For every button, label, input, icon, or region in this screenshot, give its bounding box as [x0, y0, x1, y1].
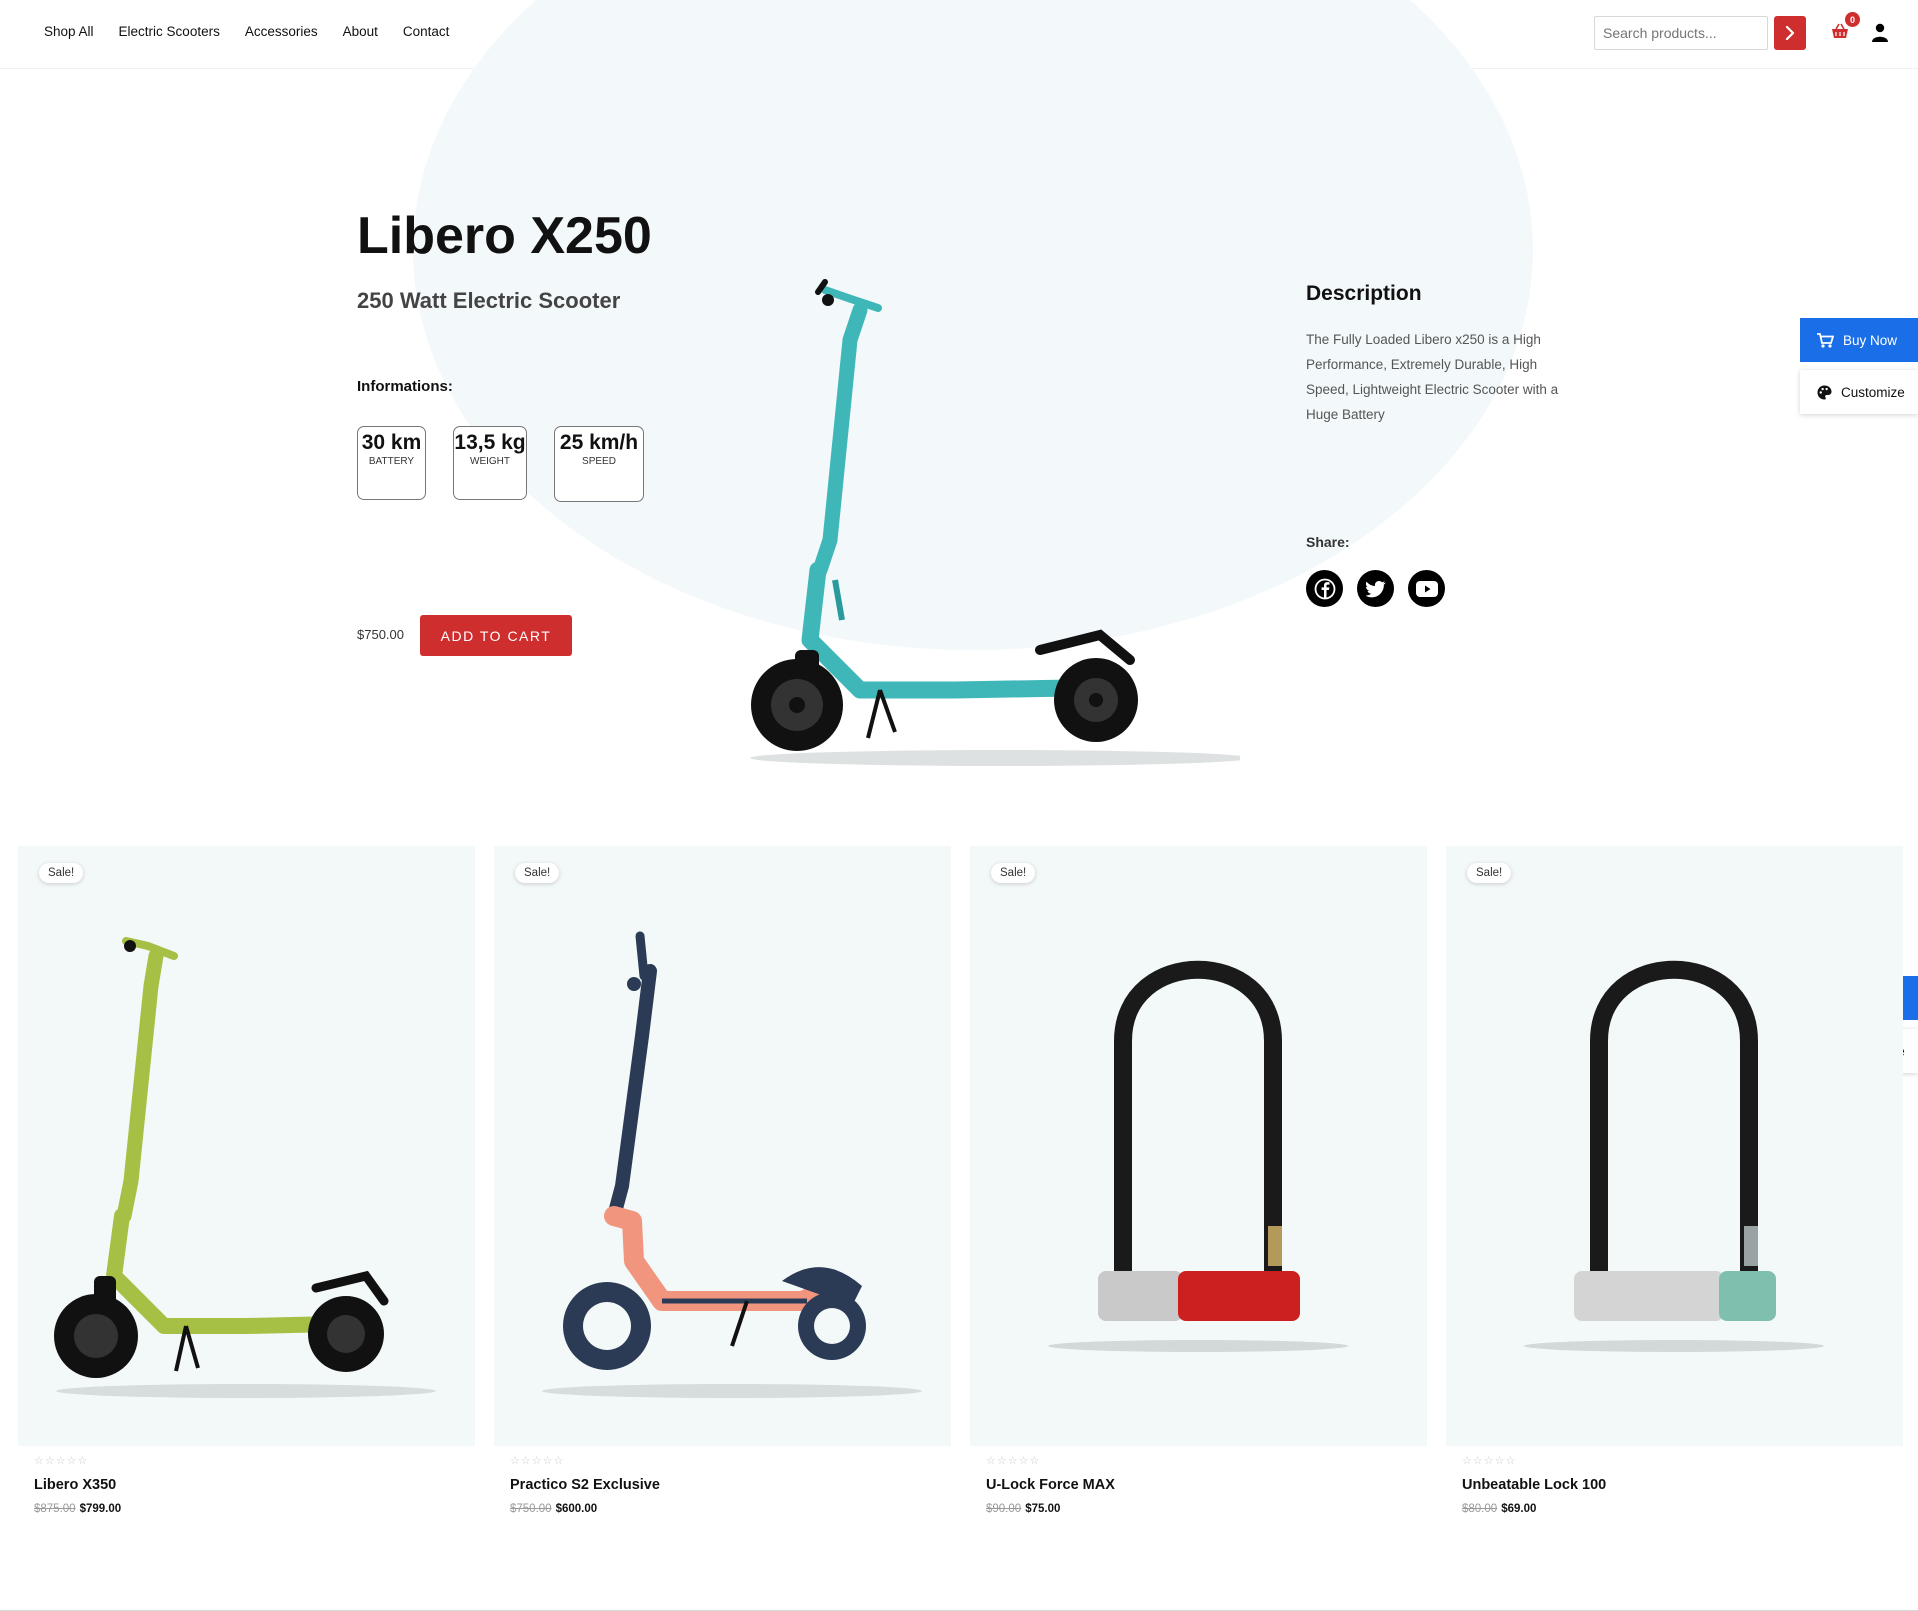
spec-weight-label: WEIGHT [470, 456, 510, 467]
navy-coral-scooter-image [542, 931, 922, 1398]
product-name[interactable]: Libero X350 [34, 1477, 116, 1493]
star-rating: ☆☆☆☆☆ [1462, 1455, 1517, 1467]
product-image-link[interactable]: Sale! [1446, 846, 1903, 1446]
product-card-libero-x350: Sale! ☆☆☆☆☆ Libero X350 $875.00 $799.00 [18, 846, 475, 1515]
spec-weight: 13,5 kg WEIGHT [453, 426, 527, 500]
description-text: The Fully Loaded Libero x250 is a High P… [1306, 332, 1559, 422]
spec-speed-value: 25 km/h [559, 431, 639, 454]
search-input[interactable] [1594, 16, 1768, 50]
description-heading: Description [1306, 282, 1422, 305]
green-scooter-image [54, 937, 436, 1398]
star-rating: ☆☆☆☆☆ [986, 1455, 1041, 1467]
product-image-link[interactable]: Sale! [494, 846, 951, 1446]
product-subtitle: 250 Watt Electric Scooter [357, 288, 621, 313]
sale-price: $799.00 [79, 1503, 122, 1515]
spec-weight-value: 13,5 kg [454, 431, 526, 454]
side-customize-button[interactable]: Customize [1800, 370, 1918, 414]
sale-price: $69.00 [1501, 1503, 1537, 1515]
cart-count-badge: 0 [1845, 12, 1860, 27]
sale-badge: Sale! [39, 863, 84, 883]
product-name[interactable]: U-Lock Force MAX [986, 1477, 1115, 1493]
share-youtube-button[interactable] [1408, 570, 1445, 607]
share-facebook-button[interactable] [1306, 570, 1343, 607]
old-price: $90.00 [986, 1503, 1022, 1515]
spec-speed-label: SPEED [582, 456, 616, 467]
star-rating: ☆☆☆☆☆ [510, 1455, 565, 1467]
teal-u-lock-image [1524, 960, 1824, 1352]
share-heading: Share: [1306, 534, 1350, 550]
product-price: $80.00 $69.00 [1462, 1503, 1536, 1515]
product-image-link[interactable]: Sale! [970, 846, 1427, 1446]
shopping-cart-icon [1817, 332, 1834, 348]
spec-battery: 30 km BATTERY [357, 426, 426, 500]
facebook-icon [1314, 578, 1335, 599]
product-price: $750.00 $600.00 [510, 1503, 597, 1515]
product-price: $750.00 [357, 627, 404, 642]
sale-badge: Sale! [1467, 863, 1512, 883]
old-price: $875.00 [34, 1503, 76, 1515]
spec-speed: 25 km/h SPEED [554, 426, 644, 502]
share-twitter-button[interactable] [1357, 570, 1394, 607]
product-name[interactable]: Unbeatable Lock 100 [1462, 1477, 1606, 1493]
old-price: $750.00 [510, 1503, 552, 1515]
product-card-u-lock-force-max: Sale! ☆☆☆☆☆ U-Lock Force MAX $90.00 $75.0… [970, 846, 1427, 1515]
side-buy-now-label: Buy Now [1843, 332, 1898, 348]
old-price: $80.00 [1462, 1503, 1498, 1515]
twitter-icon [1365, 580, 1386, 597]
product-price: $90.00 $75.00 [986, 1503, 1060, 1515]
sale-badge: Sale! [515, 863, 560, 883]
hero-scooter-image [750, 279, 1240, 766]
product-card-practico-s2: Sale! ☆☆☆☆☆ Practico S2 Exclusive $750.0… [494, 846, 951, 1515]
youtube-icon [1415, 580, 1438, 597]
spec-battery-value: 30 km [361, 431, 422, 454]
informations-heading: Informations: [357, 378, 453, 395]
sale-price: $75.00 [1025, 1503, 1061, 1515]
sale-badge: Sale! [991, 863, 1036, 883]
star-rating: ☆☆☆☆☆ [34, 1455, 89, 1467]
add-to-cart-button[interactable]: ADD TO CART [420, 615, 572, 656]
side-buy-now-button[interactable]: Buy Now [1800, 318, 1918, 362]
product-image-link[interactable]: Sale! [18, 846, 475, 1446]
product-card-unbeatable-lock-100: Sale! ☆☆☆☆☆ Unbeatable Lock 100 $80.00 $6… [1446, 846, 1903, 1515]
chevron-right-icon [1785, 26, 1795, 40]
side-customize-label: Customize [1841, 384, 1905, 400]
palette-icon [1817, 384, 1832, 400]
sale-price: $600.00 [555, 1503, 598, 1515]
red-u-lock-image [1048, 960, 1348, 1352]
product-price: $875.00 $799.00 [34, 1503, 121, 1515]
user-account-icon[interactable] [1871, 23, 1889, 43]
spec-battery-label: BATTERY [368, 456, 415, 467]
product-name[interactable]: Practico S2 Exclusive [510, 1477, 660, 1493]
product-title: Libero X250 [357, 207, 652, 265]
search-submit-button[interactable] [1774, 16, 1806, 50]
